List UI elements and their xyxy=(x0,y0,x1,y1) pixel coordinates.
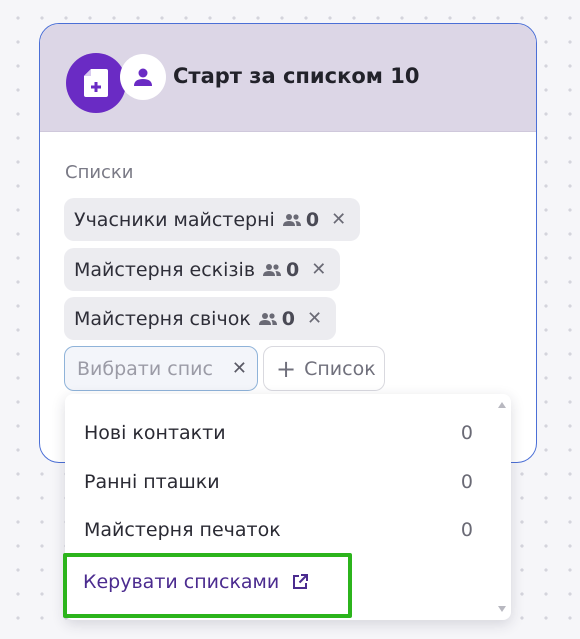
plus-icon: + xyxy=(276,354,297,383)
list-chip-sketch-workshop[interactable]: Майстерня ескізів 0 ✕ xyxy=(64,248,341,291)
dropdown-item-stamp-workshop[interactable]: Майстерня печаток 0 xyxy=(84,515,473,545)
dropdown-item-label: Нові контакти xyxy=(84,422,226,444)
clear-select-icon[interactable]: ✕ xyxy=(232,358,247,379)
chip-label: Учасники майстерні xyxy=(74,208,275,231)
dropdown-item-count: 0 xyxy=(460,519,473,541)
dropdown-item-count: 0 xyxy=(460,422,473,444)
dropdown-item-label: Ранні пташки xyxy=(84,471,220,493)
chip-label: Майстерня ескізів xyxy=(74,258,256,281)
people-icon xyxy=(282,213,302,227)
remove-chip-icon[interactable]: ✕ xyxy=(307,308,322,329)
card-header: Старт за списком 10 xyxy=(40,24,536,132)
chip-count: 0 xyxy=(305,208,320,231)
manage-lists-link[interactable]: Керувати списками xyxy=(63,553,352,618)
people-icon xyxy=(262,263,282,277)
remove-chip-icon[interactable]: ✕ xyxy=(311,259,326,280)
add-list-label: Список xyxy=(304,357,376,380)
list-select-input[interactable]: Вибрати спис ✕ xyxy=(64,346,258,391)
lists-section-label: Списки xyxy=(65,162,134,183)
remove-chip-icon[interactable]: ✕ xyxy=(331,209,346,230)
external-link-icon xyxy=(291,573,309,591)
manage-lists-label: Керувати списками xyxy=(83,571,280,593)
scroll-up-icon[interactable] xyxy=(498,402,506,408)
add-document-icon xyxy=(66,53,126,113)
add-list-button[interactable]: + Список xyxy=(263,346,385,391)
list-chip-workshop-participants[interactable]: Учасники майстерні 0 ✕ xyxy=(64,198,361,241)
select-placeholder: Вибрати спис xyxy=(77,357,213,380)
list-chip-candle-workshop[interactable]: Майстерня свічок 0 ✕ xyxy=(64,297,337,340)
person-icon xyxy=(120,54,166,100)
chip-count: 0 xyxy=(286,258,300,281)
chip-label: Майстерня свічок xyxy=(74,307,251,330)
dropdown-item-count: 0 xyxy=(460,471,473,493)
dropdown-item-early-birds[interactable]: Ранні пташки 0 xyxy=(84,467,473,497)
people-icon xyxy=(258,312,278,326)
chip-count: 0 xyxy=(281,307,296,330)
card-title: Старт за списком 10 xyxy=(173,64,420,88)
scroll-down-icon[interactable] xyxy=(498,606,506,612)
dropdown-item-label: Майстерня печаток xyxy=(84,519,281,541)
dropdown-item-new-contacts[interactable]: Нові контакти 0 xyxy=(84,418,473,448)
